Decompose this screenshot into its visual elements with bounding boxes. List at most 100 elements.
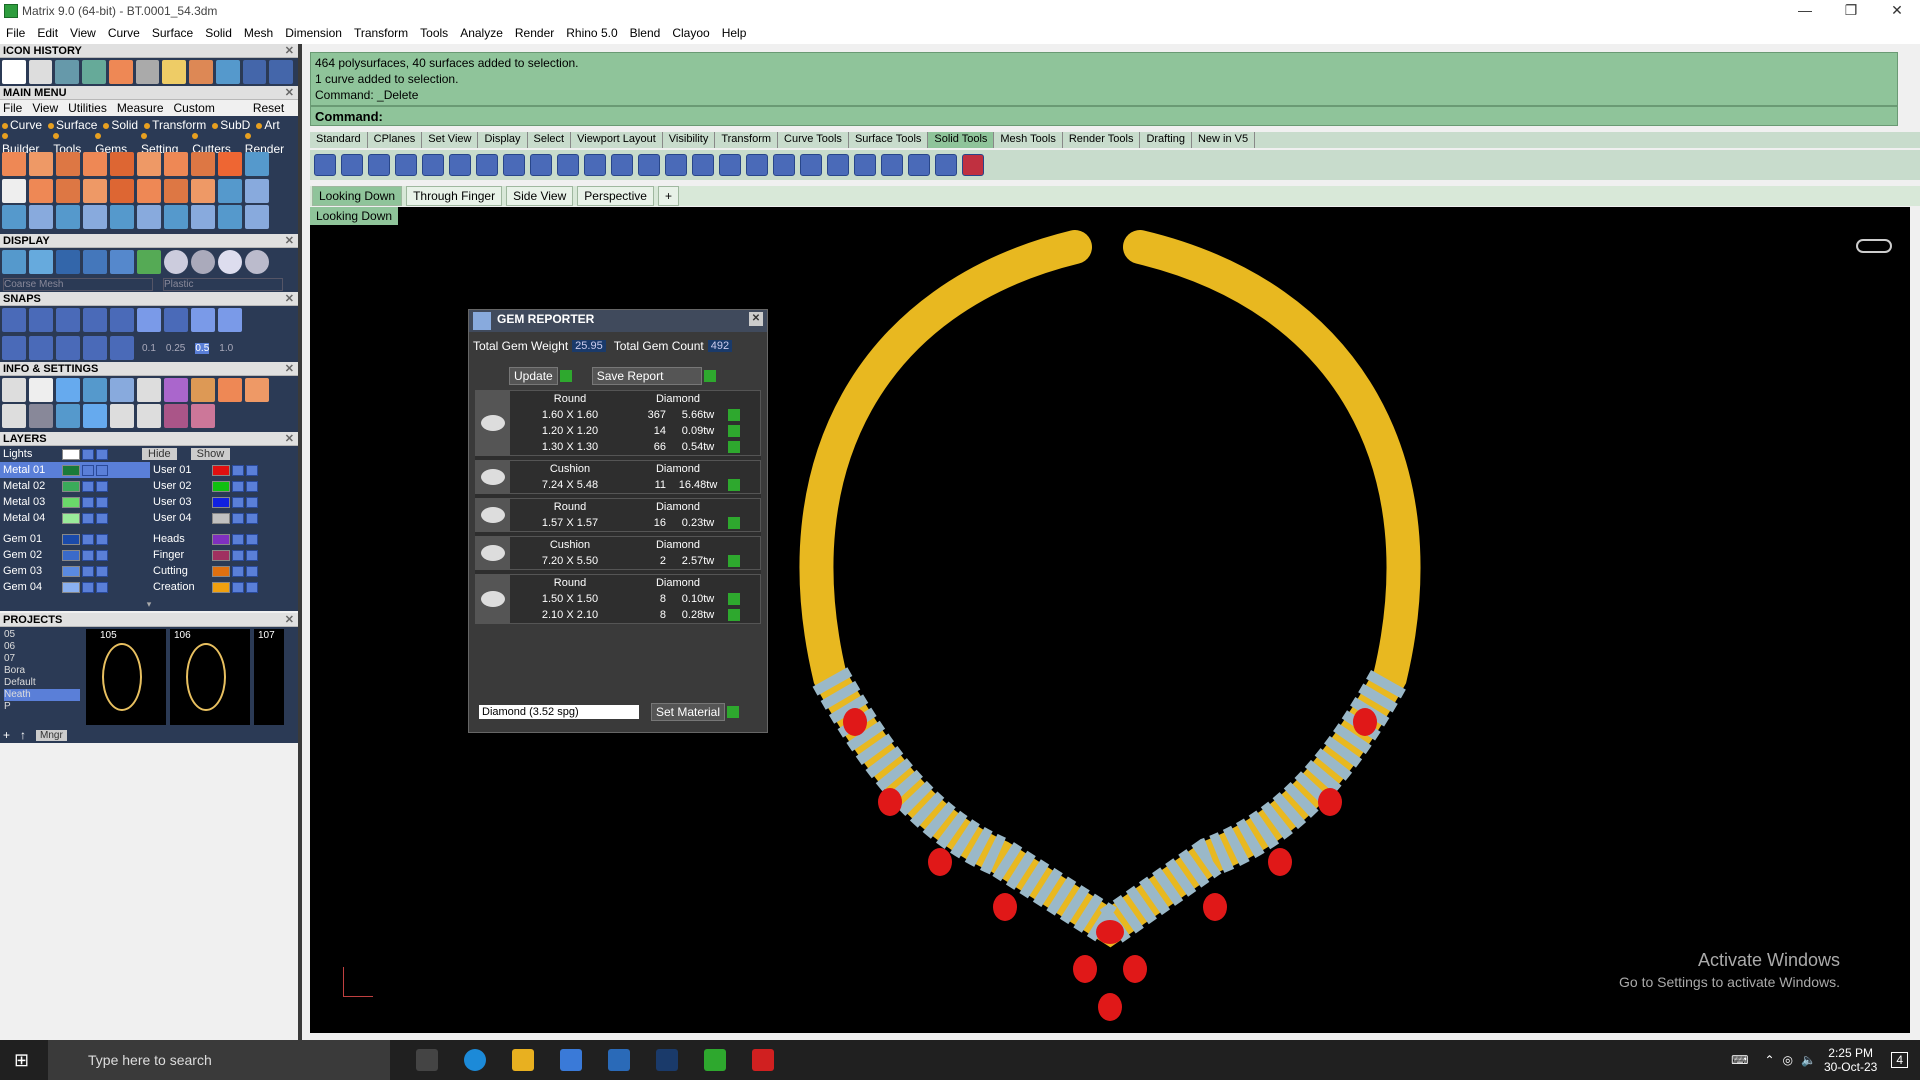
- layer-color[interactable]: [62, 480, 80, 492]
- tab-new-in-v5[interactable]: New in V5: [1192, 132, 1256, 148]
- mail-icon[interactable]: [608, 1049, 630, 1071]
- tool-icon[interactable]: [110, 178, 134, 203]
- tool-icon[interactable]: [29, 152, 53, 176]
- gem-row[interactable]: 7.20 X 5.50 2 2.57tw: [510, 553, 740, 569]
- close-icon[interactable]: ✕: [285, 86, 294, 100]
- box-icon[interactable]: [422, 154, 444, 176]
- layer-color[interactable]: [212, 496, 230, 508]
- layer-color[interactable]: [212, 464, 230, 476]
- solid-icon[interactable]: [719, 154, 741, 176]
- solid-icon[interactable]: [746, 154, 768, 176]
- set-material-button[interactable]: Set Material: [651, 703, 726, 721]
- layer-toggle[interactable]: [82, 480, 94, 492]
- network-icon[interactable]: ◎: [1783, 1053, 1793, 1067]
- layer-row[interactable]: Creation: [150, 579, 298, 595]
- boolean-union-icon[interactable]: [314, 154, 336, 176]
- menu-blend[interactable]: Blend: [630, 26, 661, 40]
- layer-color[interactable]: [212, 565, 230, 577]
- tool-icon[interactable]: [164, 205, 188, 230]
- menu-solid[interactable]: Solid: [205, 26, 232, 40]
- osnap-icon[interactable]: [83, 336, 107, 360]
- tool-icon[interactable]: [110, 152, 134, 176]
- tool-icon[interactable]: [245, 378, 269, 402]
- gem-icon[interactable]: [108, 60, 133, 84]
- tab-select[interactable]: Select: [528, 132, 572, 148]
- layer-toggle[interactable]: [96, 512, 108, 524]
- tool-icon[interactable]: [218, 178, 242, 203]
- play-icon[interactable]: [728, 517, 740, 529]
- snap-value-active[interactable]: 0.5: [195, 342, 210, 354]
- mm-view[interactable]: View: [32, 101, 58, 115]
- tab-visibility[interactable]: Visibility: [663, 132, 716, 148]
- save-icon[interactable]: [110, 378, 134, 402]
- planar-icon[interactable]: [56, 336, 80, 360]
- solid-icon[interactable]: [503, 154, 525, 176]
- menu-analyze[interactable]: Analyze: [460, 26, 503, 40]
- mm-file[interactable]: File: [3, 101, 22, 115]
- tool-icon[interactable]: [137, 404, 161, 428]
- keyboard-icon[interactable]: ⌨: [1731, 1053, 1748, 1067]
- display-mode-icon[interactable]: [110, 250, 134, 274]
- layer-toggle[interactable]: [96, 565, 108, 577]
- tool-icon[interactable]: [191, 152, 215, 176]
- layer-row[interactable]: Gem 02: [0, 547, 150, 563]
- solid-icon[interactable]: [881, 154, 903, 176]
- solid-icon[interactable]: [557, 154, 579, 176]
- taskbar-search[interactable]: Type here to search: [48, 1040, 390, 1080]
- gem-shape-icon[interactable]: [476, 461, 510, 493]
- play-icon[interactable]: [728, 425, 740, 437]
- play-icon[interactable]: [728, 593, 740, 605]
- layer-toggle[interactable]: [246, 512, 258, 524]
- solid-icon[interactable]: [908, 154, 930, 176]
- tab-viewport-layout[interactable]: Viewport Layout: [571, 132, 663, 148]
- play-icon[interactable]: [728, 555, 740, 567]
- mesh-select[interactable]: Coarse Mesh: [3, 277, 153, 291]
- snap-icon[interactable]: [218, 308, 242, 332]
- windows-start-icon[interactable]: ⊞: [14, 1050, 29, 1071]
- snap-icon[interactable]: [83, 308, 107, 332]
- edge-icon[interactable]: [464, 1049, 486, 1071]
- layer-toggle[interactable]: [246, 533, 258, 545]
- menu-render[interactable]: Render: [515, 26, 554, 40]
- tool-icon[interactable]: [29, 178, 53, 203]
- close-button[interactable]: ✕: [1874, 0, 1920, 22]
- explorer-icon[interactable]: [512, 1049, 534, 1071]
- tool-icon[interactable]: [2, 205, 26, 230]
- tool-icon[interactable]: [218, 378, 242, 402]
- layer-row[interactable]: Cutting: [150, 563, 298, 579]
- tab-through-finger[interactable]: Through Finger: [406, 186, 503, 206]
- tool-icon[interactable]: [164, 404, 188, 428]
- tab-solid-tools[interactable]: Solid Tools: [928, 132, 995, 148]
- gem-row[interactable]: 2.10 X 2.10 8 0.28tw: [510, 607, 740, 623]
- layer-color[interactable]: [212, 533, 230, 545]
- back-icon[interactable]: [242, 60, 267, 84]
- layer-row[interactable]: Gem 03: [0, 563, 150, 579]
- tool-icon[interactable]: [191, 404, 215, 428]
- layer-color[interactable]: [62, 549, 80, 561]
- layer-color[interactable]: [62, 496, 80, 508]
- close-icon[interactable]: ✕: [285, 362, 294, 376]
- solid-icon[interactable]: [611, 154, 633, 176]
- play-icon[interactable]: [727, 706, 740, 718]
- tab-cplanes[interactable]: CPlanes: [368, 132, 423, 148]
- delete-icon[interactable]: [962, 154, 984, 176]
- tab-surface-tools[interactable]: Surface Tools: [849, 132, 929, 148]
- tab-drafting[interactable]: Drafting: [1140, 132, 1192, 148]
- tool-icon[interactable]: [28, 60, 53, 84]
- display-mode-icon[interactable]: [2, 250, 26, 274]
- layer-toggle[interactable]: [246, 496, 258, 508]
- close-icon[interactable]: ✕: [285, 432, 294, 446]
- tool-icon[interactable]: [2, 178, 26, 203]
- mm-utilities[interactable]: Utilities: [68, 101, 107, 115]
- snap-icon[interactable]: [2, 308, 26, 332]
- layer-color[interactable]: [62, 533, 80, 545]
- material-sphere-icon[interactable]: [164, 250, 188, 274]
- tool-icon[interactable]: [164, 178, 188, 203]
- open-icon[interactable]: [55, 60, 80, 84]
- solid-icon[interactable]: [935, 154, 957, 176]
- layer-row[interactable]: Heads: [150, 531, 298, 547]
- mm-reset[interactable]: Reset: [253, 101, 284, 115]
- gem-row[interactable]: 1.30 X 1.30 66 0.54tw: [510, 439, 740, 455]
- snap-icon[interactable]: [164, 308, 188, 332]
- tab-set-view[interactable]: Set View: [422, 132, 479, 148]
